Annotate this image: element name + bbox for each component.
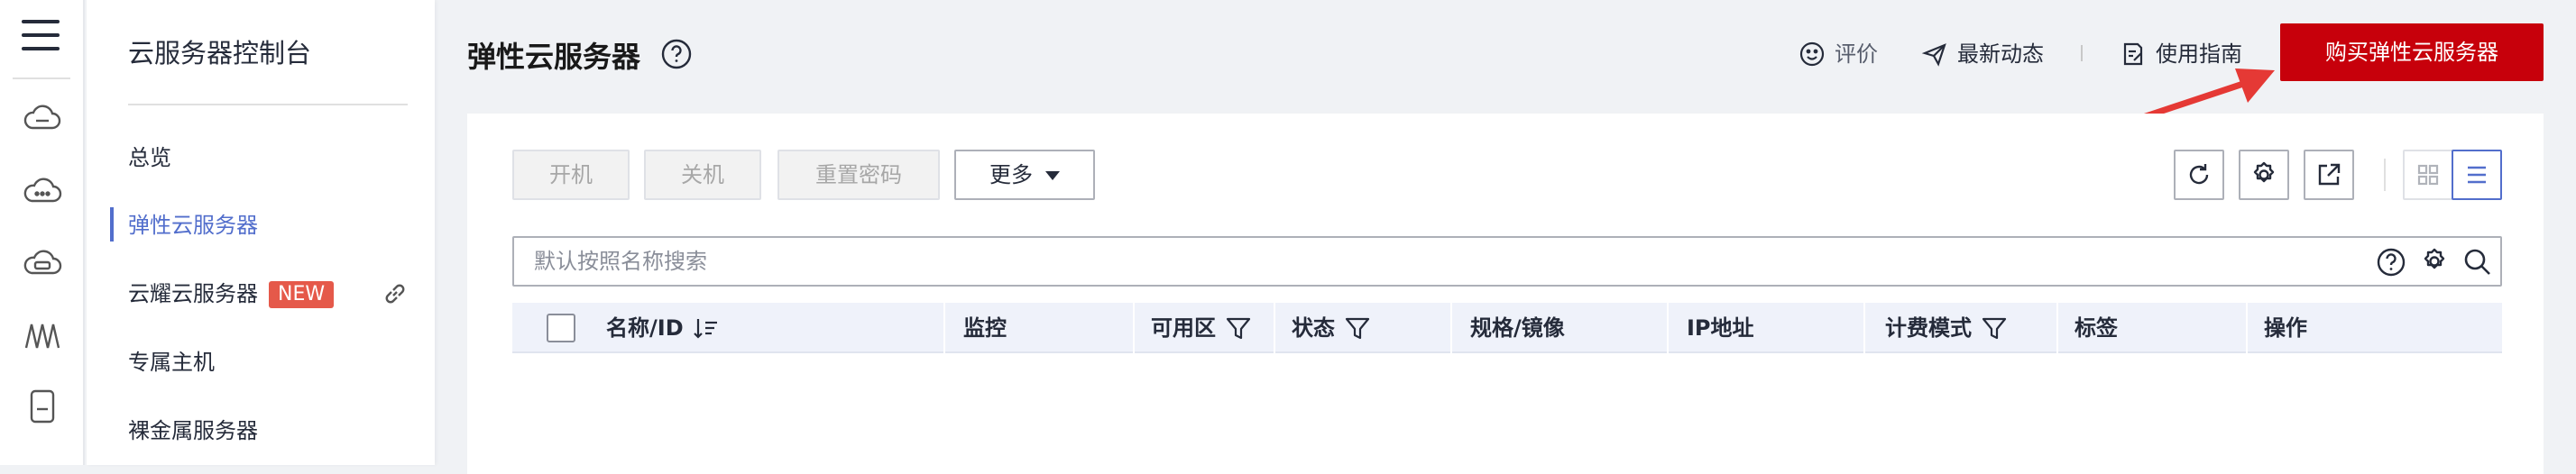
cloud-server-icon[interactable] [22, 99, 63, 141]
rate-label: 评价 [1835, 41, 1878, 67]
filter-icon[interactable] [1344, 314, 1371, 342]
search-box [512, 236, 2502, 287]
service-menu: 云服务器控制台 总览 弹性云服务器 云耀云服务器 NEW 专属主机 裸金属服务器 [87, 0, 435, 465]
hamburger-menu-icon[interactable] [22, 20, 60, 52]
col-actions-label: 操作 [2264, 315, 2307, 341]
settings-button[interactable] [2239, 150, 2289, 200]
col-actions: 操作 [2264, 303, 2307, 353]
menu-item-flexus[interactable]: 云耀云服务器 NEW [128, 276, 335, 312]
col-separator [2056, 303, 2058, 353]
col-separator [1450, 303, 1452, 353]
gear-icon [2253, 161, 2275, 183]
menu-item-flexus-label: 云耀云服务器 [128, 281, 258, 306]
caret-down-icon [1045, 171, 1060, 180]
stop-button[interactable]: 关机 [644, 150, 761, 200]
refresh-button[interactable] [2174, 150, 2224, 200]
news-label: 最新动态 [1957, 41, 2044, 67]
export-button[interactable] [2304, 150, 2354, 200]
icon-rail [0, 0, 85, 465]
col-name-id-label: 名称/ID [606, 315, 684, 341]
col-separator [1133, 303, 1135, 353]
filter-icon[interactable] [1981, 314, 2008, 342]
buy-ecs-button[interactable]: 购买弹性云服务器 [2280, 23, 2544, 81]
select-all-checkbox[interactable] [547, 314, 575, 342]
col-monitor-label: 监控 [963, 315, 1007, 341]
menu-item-dedicated-host[interactable]: 专属主机 [128, 344, 215, 380]
page-title: 弹性云服务器 [467, 40, 641, 74]
col-billing: 计费模式 [1885, 303, 2008, 353]
col-separator [1274, 303, 1275, 353]
filter-icon[interactable] [1225, 314, 1252, 342]
search-input[interactable] [532, 245, 2065, 278]
help-icon[interactable] [660, 38, 693, 70]
col-separator [1667, 303, 1669, 353]
cloud-icon[interactable] [22, 171, 63, 213]
external-link-icon[interactable] [382, 281, 408, 306]
col-separator [1863, 303, 1865, 353]
menu-divider [128, 104, 408, 105]
menu-item-bare-metal[interactable]: 裸金属服务器 [128, 413, 258, 449]
reset-password-button[interactable]: 重置密码 [777, 150, 940, 200]
rail-divider [13, 77, 70, 79]
col-spec-image-label: 规格/镜像 [1470, 315, 1565, 341]
rate-link[interactable]: 评价 [1799, 38, 1878, 70]
more-label: 更多 [989, 162, 1033, 187]
smile-icon [1799, 41, 1825, 67]
col-az: 可用区 [1151, 303, 1252, 353]
grid-icon [2417, 164, 2439, 186]
col-separator [2246, 303, 2248, 353]
col-separator [943, 303, 945, 353]
col-ip-label: IP地址 [1687, 315, 1754, 341]
more-dropdown[interactable]: 更多 [954, 150, 1095, 200]
new-badge: NEW [269, 281, 335, 308]
menu-item-overview[interactable]: 总览 [128, 140, 171, 176]
col-monitor: 监控 [963, 303, 1007, 353]
header-divider [2081, 45, 2083, 61]
list-view-button[interactable] [2452, 150, 2502, 200]
search-help-icon[interactable] [2376, 247, 2406, 278]
col-status-label: 状态 [1292, 315, 1335, 341]
col-tags: 标签 [2075, 303, 2118, 353]
col-name-id[interactable]: 名称/ID [606, 303, 720, 353]
sort-icon[interactable] [693, 314, 720, 342]
start-button[interactable]: 开机 [512, 150, 630, 200]
col-status: 状态 [1292, 303, 1371, 353]
list-icon [2468, 166, 2486, 184]
col-billing-label: 计费模式 [1885, 315, 1972, 341]
col-tags-label: 标签 [2075, 315, 2118, 341]
menu-item-ecs[interactable]: 弹性云服务器 [128, 207, 258, 243]
console-title: 云服务器控制台 [128, 38, 312, 68]
refresh-icon [2189, 164, 2209, 185]
instance-list-card: 开机 关机 重置密码 更多 名称/ID 监控 [467, 114, 2544, 474]
waveform-icon[interactable] [22, 315, 63, 357]
export-icon [2318, 163, 2341, 186]
search-icon[interactable] [2462, 247, 2493, 278]
send-icon [1921, 43, 1946, 67]
device-icon[interactable] [22, 386, 63, 427]
toolbar-divider [2384, 159, 2386, 191]
col-az-label: 可用区 [1151, 315, 1216, 341]
active-indicator [110, 207, 114, 242]
card-view-button[interactable] [2403, 150, 2453, 200]
news-link[interactable]: 最新动态 [1921, 38, 2044, 70]
table-header: 名称/ID 监控 可用区 状态 规格/镜像 IP地址 计费模式 标签 操作 [512, 303, 2502, 353]
cloud-disk-icon[interactable] [22, 243, 63, 285]
col-spec-image: 规格/镜像 [1470, 303, 1565, 353]
search-settings-icon[interactable] [2419, 247, 2450, 278]
col-ip: IP地址 [1687, 303, 1754, 353]
